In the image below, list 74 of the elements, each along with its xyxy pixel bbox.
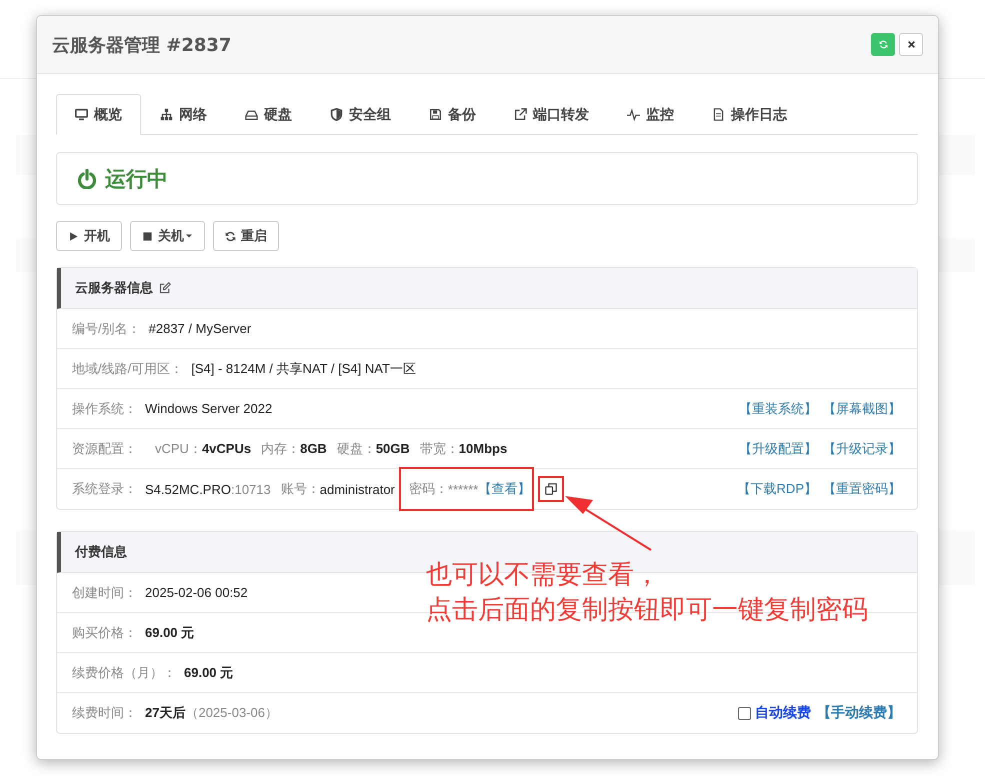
field-value: （2025-03-06） [185,704,278,722]
stop-icon [142,230,153,242]
field-value: 4vCPUs [202,441,252,456]
checkbox[interactable] [738,706,751,720]
sitemap-icon [160,108,173,121]
power-action-button[interactable]: 开机 [56,221,122,251]
field-label: 操作系统： [72,400,137,418]
power-action-button[interactable]: 重启 [213,221,279,251]
annotation-text: 也可以不需要查看， [426,559,661,592]
field-label: 硬盘： [336,440,376,458]
action-link[interactable]: 【升级配置】 [739,440,817,458]
close-button[interactable] [899,33,923,56]
action-link[interactable]: 【下载RDP】 [738,480,817,498]
tab[interactable]: 操作日志 [693,94,806,135]
field-label: 续费时间： [72,704,137,722]
tab[interactable]: 端口转发 [495,94,608,135]
field-label: 系统登录： [72,480,137,498]
field-label: 创建时间： [72,584,137,602]
shield-icon [330,108,343,121]
field-value: 10Mbps [458,441,508,456]
status-text: 运行中 [105,166,168,192]
copy-button[interactable] [540,478,562,500]
field-value: administrator [320,482,395,496]
power-action-button[interactable]: 关机 [130,221,205,251]
field-label: 编号/别名： [72,320,141,338]
field-value: Windows Server 2022 [145,401,272,416]
field-label: 密码： [408,480,448,498]
external-link-icon [514,108,527,121]
pulse-icon [627,108,640,121]
refresh-icon [225,230,236,242]
tab[interactable]: 备份 [410,94,495,135]
tab[interactable]: 监控 [608,94,693,135]
tab[interactable]: 网络 [141,94,226,135]
field-value: 27天后 [145,704,186,722]
field-label: 带宽： [420,440,459,458]
field-label: 续费价格（月）： [72,664,176,682]
panel-title: 云服务器信息 [75,280,153,297]
tab[interactable]: 安全组 [311,94,410,135]
action-link[interactable]: 【重装系统】 [739,400,817,418]
field-label: 地域/线路/可用区： [72,360,184,378]
field-label: 资源配置： [72,440,137,458]
tab[interactable]: 硬盘 [226,94,311,135]
field-value: 2025-02-06 00:52 [145,585,248,600]
field-value: 50GB [376,441,410,456]
action-link[interactable]: 【升级记录】 [823,440,901,458]
field-value: :10713 [230,482,271,496]
monitor-icon [75,108,88,121]
field-value: #2837 / MyServer [148,321,252,336]
field-label: 内存： [261,440,300,458]
auto-renew-label[interactable]: 自动续费 [755,704,811,722]
view-link[interactable]: 【查看】 [478,480,530,498]
panel-title: 付费信息 [75,544,127,561]
field-value: 69.00 元 [184,664,234,682]
floppy-icon [429,108,442,121]
action-link[interactable]: 【手动续费】 [817,704,901,722]
field-value: 8GB [300,441,327,456]
close-icon [906,40,916,49]
field-value: S4.52MC.PRO [145,482,231,496]
field-label: vCPU： [155,440,202,458]
action-link[interactable]: 【重置密码】 [823,480,901,498]
field-value: [S4] - 8124M / 共享NAT / [S4] NAT一区 [191,360,416,378]
copy-icon [545,483,558,495]
annotation-text: 点击后面的复制按钮即可一键复制密码 [426,594,868,627]
dialog-title: 云服务器管理 #2837 [52,34,232,56]
action-link[interactable]: 【屏幕截图】 [823,400,901,418]
document-icon [712,108,725,121]
refresh-icon [878,40,888,49]
field-label: 账号： [280,480,320,498]
field-value: 69.00 元 [145,624,194,642]
field-value: ****** [448,482,478,496]
tab[interactable]: 概览 [56,94,141,135]
power-icon [77,168,97,188]
play-icon [68,230,79,242]
field-label: 购买价格： [72,624,137,642]
